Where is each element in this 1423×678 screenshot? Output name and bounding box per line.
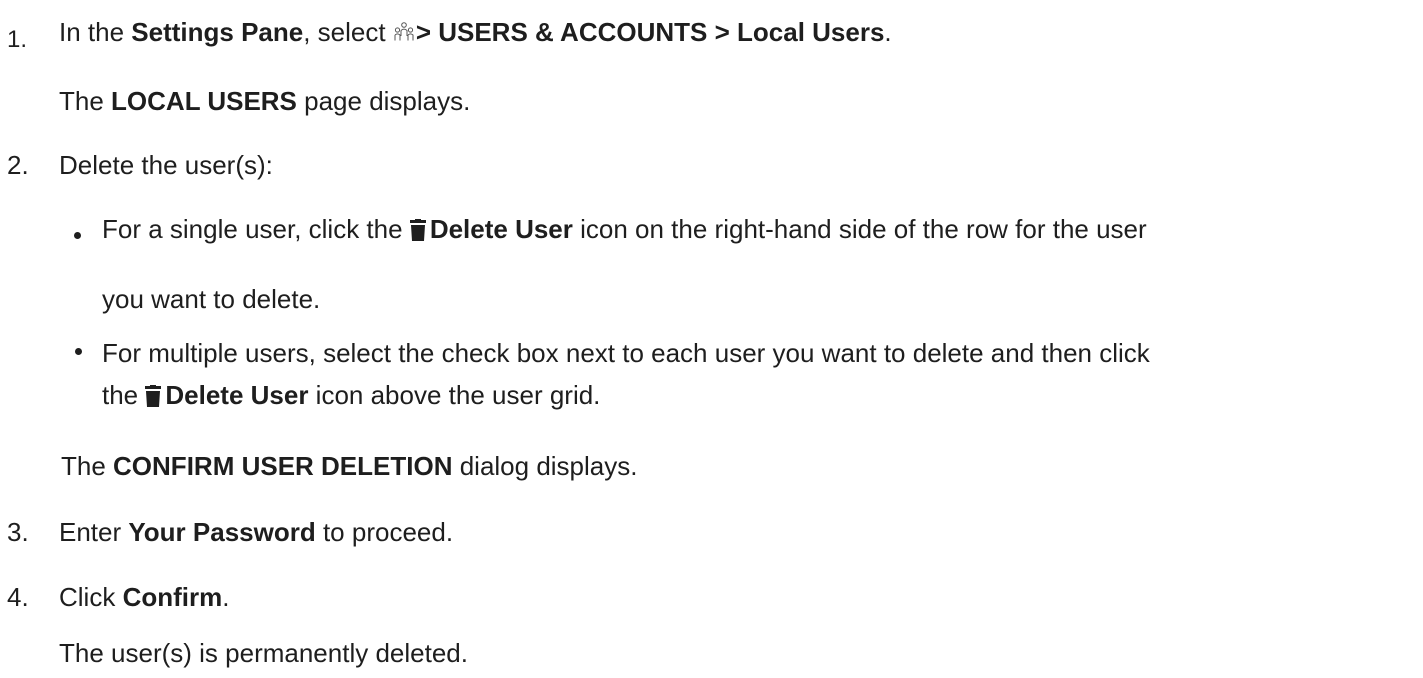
local-users-label: LOCAL USERS [111, 86, 297, 116]
users-icon [393, 20, 415, 52]
bullet-1-text-c: icon on the right-hand side of the row f… [572, 214, 1147, 244]
step-1-result-c: page displays. [296, 86, 471, 116]
step-2-result: The CONFIRM USER DELETION dialog display… [61, 450, 637, 482]
bullet-1-line-1: For a single user, click the Delete User… [102, 213, 1147, 248]
step-1-text-a: In the [59, 17, 132, 47]
bullet-1-text-a: For a single user, click the [102, 214, 410, 244]
step-3-text: Enter Your Password to proceed. [59, 516, 453, 548]
trash-icon [409, 216, 426, 248]
bullet-2-text-c: icon above the user grid. [308, 380, 601, 410]
step-1-number: 1. [7, 26, 28, 53]
step-2-text: Delete the user(s): [59, 150, 273, 180]
step-4-number: 4. [7, 582, 29, 612]
step-1-result-a: The [59, 86, 112, 116]
step-1-text-c: , select [303, 17, 393, 47]
bullet-1-dot [74, 232, 81, 239]
delete-user-label: Delete User [165, 380, 309, 410]
confirm-label: Confirm [122, 582, 223, 612]
settings-pane-label: Settings Pane [131, 17, 304, 47]
step-1-result: The LOCAL USERS page displays. [59, 85, 470, 117]
step-4-text-a: Click [59, 582, 123, 612]
bullet-2-text-a: the [102, 380, 146, 410]
trash-icon [145, 382, 162, 414]
bullet-2-line-1: For multiple users, select the check box… [102, 338, 1150, 368]
step-4-result: The user(s) is permanently deleted. [59, 638, 468, 668]
delete-user-label: Delete User [429, 214, 573, 244]
step-2-result-c: dialog displays. [452, 451, 638, 481]
step-3-text-a: Enter [59, 517, 129, 547]
confirm-user-deletion-label: CONFIRM USER DELETION [113, 451, 453, 481]
step-2-result-a: The [61, 451, 114, 481]
bullet-1-line-2: you want to delete. [102, 284, 321, 314]
your-password-label: Your Password [128, 517, 316, 547]
step-1-text-e: . [884, 17, 892, 47]
users-accounts-path: > USERS & ACCOUNTS > Local Users [415, 17, 885, 47]
step-4-text: Click Confirm. [59, 581, 229, 613]
step-1-text: In the Settings Pane, select > USERS & A… [59, 16, 892, 52]
step-3-number: 3. [7, 517, 29, 547]
bullet-2-dot [75, 348, 82, 355]
step-3-text-c: to proceed. [315, 517, 454, 547]
bullet-2-line-2: the Delete User icon above the user grid… [102, 379, 600, 414]
step-4-text-c: . [222, 582, 230, 612]
step-2-number: 2. [7, 150, 29, 180]
